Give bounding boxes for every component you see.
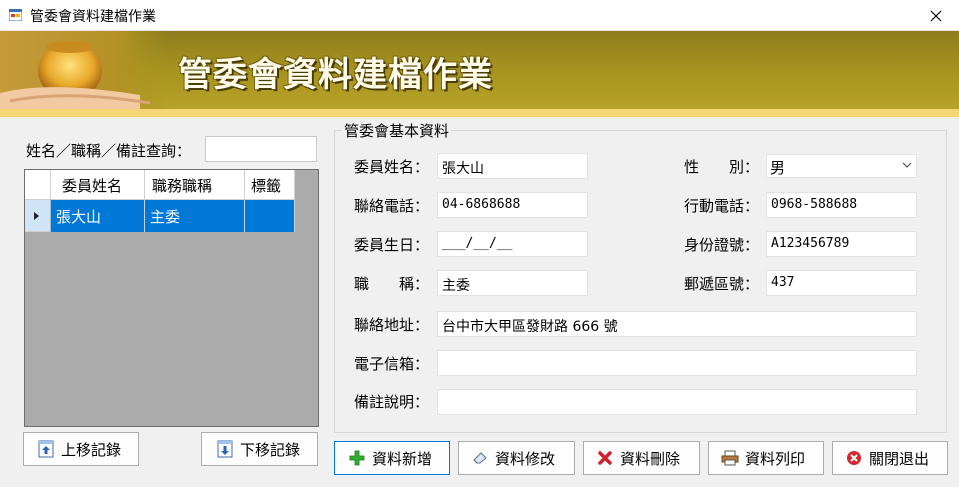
gender-select[interactable]: 男 (766, 154, 917, 178)
cell-name[interactable]: 張大山 (51, 200, 145, 232)
plus-icon (348, 449, 366, 467)
grid-corner (25, 170, 51, 200)
gender-value: 男 (770, 159, 786, 177)
banner-accent-strip (0, 109, 959, 117)
zip-field[interactable]: 437 (766, 270, 917, 296)
name-label: 委員姓名： (354, 158, 430, 176)
job-title-label: 職 稱： (354, 275, 430, 293)
window-title: 管委會資料建檔作業 (30, 9, 156, 25)
app-icon (9, 9, 22, 21)
add-record-button[interactable]: 資料新增 (334, 441, 450, 475)
banner: 管委會資料建檔作業 (0, 31, 959, 109)
add-record-label: 資料新增 (372, 449, 433, 468)
note-field[interactable] (437, 389, 917, 415)
delete-record-button[interactable]: 資料刪除 (583, 441, 700, 475)
cell-tag[interactable] (245, 200, 295, 232)
chevron-down-icon (902, 162, 912, 168)
phone-label: 聯絡電話： (354, 197, 430, 215)
mobile-field[interactable]: 0968-588688 (766, 192, 917, 218)
column-header-name[interactable]: 委員姓名 (51, 170, 145, 200)
close-icon (930, 10, 942, 21)
job-title-field[interactable]: 主委 (437, 270, 588, 296)
address-field[interactable]: 台中市大甲區發財路 666 號 (437, 311, 917, 337)
delete-icon (596, 449, 614, 467)
name-field[interactable]: 張大山 (437, 153, 588, 179)
gender-label: 性 別： (684, 158, 760, 176)
edit-record-label: 資料修改 (495, 449, 556, 468)
email-field[interactable] (437, 350, 917, 376)
search-input[interactable] (205, 136, 317, 162)
edit-record-button[interactable]: 資料修改 (458, 441, 575, 475)
email-label: 電子信箱： (354, 355, 430, 373)
zip-label: 郵遞區號： (684, 275, 760, 293)
row-pointer-icon (34, 212, 39, 220)
id-number-label: 身份證號： (684, 236, 760, 254)
member-grid[interactable]: 委員姓名 職務職稱 標籤 張大山 主委 (24, 169, 319, 427)
column-header-title[interactable]: 職務職稱 (145, 170, 245, 200)
grid-header: 委員姓名 職務職稱 標籤 (25, 170, 295, 200)
move-up-label: 上移記錄 (61, 440, 122, 459)
move-up-icon (37, 440, 55, 458)
move-down-icon (216, 440, 234, 458)
banner-photo (0, 31, 170, 109)
title-bar: 管委會資料建檔作業 (0, 0, 959, 31)
group-title: 管委會基本資料 (342, 120, 452, 141)
exit-icon (845, 449, 863, 467)
move-up-button[interactable]: 上移記錄 (23, 432, 139, 466)
birthday-label: 委員生日： (354, 236, 430, 254)
column-header-tag[interactable]: 標籤 (245, 170, 295, 200)
close-button[interactable] (913, 0, 959, 31)
table-row[interactable]: 張大山 主委 (25, 200, 295, 232)
print-record-label: 資料列印 (745, 449, 806, 468)
print-record-button[interactable]: 資料列印 (708, 441, 824, 475)
close-exit-button[interactable]: 關閉退出 (832, 441, 948, 475)
id-number-field[interactable]: A123456789 (766, 231, 917, 257)
close-exit-label: 關閉退出 (869, 449, 930, 468)
birthday-field[interactable]: ___/__/__ (437, 231, 588, 257)
cell-title[interactable]: 主委 (145, 200, 245, 232)
mobile-label: 行動電話： (684, 197, 760, 215)
address-label: 聯絡地址： (354, 316, 430, 334)
move-down-label: 下移記錄 (240, 440, 301, 459)
row-header[interactable] (25, 200, 51, 232)
printer-icon (721, 449, 739, 467)
eraser-icon (471, 449, 489, 467)
search-label: 姓名／職稱／備註查詢： (26, 142, 192, 160)
note-label: 備註說明： (354, 393, 430, 411)
phone-field[interactable]: 04-6868688 (437, 192, 588, 218)
move-down-button[interactable]: 下移記錄 (201, 432, 318, 466)
delete-record-label: 資料刪除 (620, 449, 681, 468)
banner-heading: 管委會資料建檔作業 (178, 55, 493, 95)
